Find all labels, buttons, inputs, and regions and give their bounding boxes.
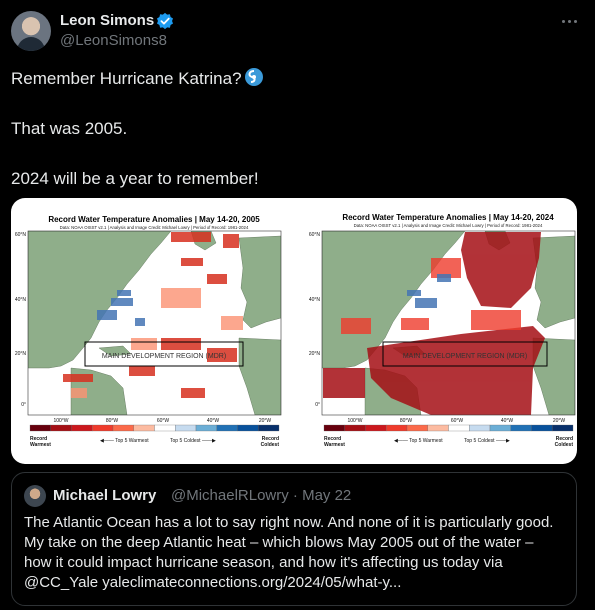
lat-tick-label: 0° <box>21 402 26 408</box>
lon-tick-label: 100°W <box>347 418 362 424</box>
lon-tick-label: 80°W <box>106 418 119 424</box>
lon-tick-label: 100°W <box>53 418 68 424</box>
lat-tick-label: 60°N <box>309 232 321 238</box>
quoted-tweet-text: The Atlantic Ocean has a lot to say righ… <box>24 514 554 591</box>
legend-swatch <box>237 424 259 432</box>
lat-tick-label: 20°N <box>15 351 27 357</box>
legend-swatch <box>323 424 345 432</box>
legend-swatch <box>154 424 176 432</box>
legend-top5-warmest: ◀—— Top 5 Warmest <box>394 438 443 444</box>
legend-swatch <box>406 424 428 432</box>
map-title-2005: Record Water Temperature Anomalies | May… <box>48 215 260 224</box>
mdr-label-2024: MAIN DEVELOPMENT REGION (MDR) <box>403 353 527 360</box>
legend-swatch <box>29 424 51 432</box>
legend-swatch <box>92 424 114 432</box>
legend-record-coldest-line2: Coldest <box>555 442 574 448</box>
legend-swatch <box>258 424 280 432</box>
tweet-media[interactable]: Record Water Temperature Anomalies | May… <box>11 198 577 464</box>
map-subtitle-2024: Data: NOAA OISST v2.1 | Analysis and Ima… <box>354 223 543 228</box>
map-panel-2024: Record Water Temperature Anomalies | May… <box>321 213 576 416</box>
legend-swatch <box>195 424 217 432</box>
legend-swatch <box>531 424 553 432</box>
legend-swatch <box>71 424 93 432</box>
author-name[interactable]: Leon Simons <box>60 12 154 29</box>
lat-tick-label: 40°N <box>15 297 27 303</box>
legend-top5-coldest: Top 5 Coldest ——▶ <box>464 438 510 444</box>
quoted-author-avatar[interactable] <box>24 485 46 507</box>
legend-record-warmest-line2: Warmest <box>30 442 51 448</box>
quoted-author-name[interactable]: Michael Lowry <box>53 487 156 504</box>
lon-tick-label: 20°W <box>259 418 272 424</box>
legend-swatch <box>175 424 197 432</box>
lat-tick-label: 20°N <box>309 351 321 357</box>
verified-badge-icon <box>156 12 174 30</box>
lat-tick-label: 0° <box>315 402 320 408</box>
legend-swatch <box>344 424 366 432</box>
legend-swatch <box>489 424 511 432</box>
legend-swatch <box>133 424 155 432</box>
tweet-line-1: Remember Hurricane Katrina? <box>11 69 242 88</box>
cyclone-emoji-icon <box>244 68 263 86</box>
tweet-text: Remember Hurricane Katrina? That was 200… <box>11 66 581 191</box>
author-handle[interactable]: @LeonSimons8 <box>60 32 167 49</box>
legend-swatch <box>386 424 408 432</box>
sst-anomaly-maps: Record Water Temperature Anomalies | May… <box>15 213 576 448</box>
map-panel-2005: Record Water Temperature Anomalies | May… <box>27 215 282 416</box>
legend-top5-coldest: Top 5 Coldest ——▶ <box>170 438 216 444</box>
mdr-label-2005: MAIN DEVELOPMENT REGION (MDR) <box>102 353 226 360</box>
legend-record-warmest-line2: Warmest <box>324 442 345 448</box>
legend-top5-warmest: ◀—— Top 5 Warmest <box>100 438 149 444</box>
legend-swatch <box>448 424 470 432</box>
quoted-author-handle[interactable]: @MichaelRLowry · May 22 <box>171 487 351 504</box>
lon-tick-label: 80°W <box>400 418 413 424</box>
lon-tick-label: 40°W <box>207 418 220 424</box>
map-legends: RecordWarmest◀—— Top 5 Warmest Top 5 Cold… <box>29 424 574 448</box>
lat-tick-label: 40°N <box>309 297 321 303</box>
lon-tick-label: 60°W <box>451 418 464 424</box>
legend-swatch <box>365 424 387 432</box>
tweet-line-3: 2024 will be a year to remember! <box>11 169 259 188</box>
map-title-2024: Record Water Temperature Anomalies | May… <box>342 213 554 222</box>
lon-tick-label: 20°W <box>553 418 566 424</box>
legend-record-coldest-line2: Coldest <box>261 442 280 448</box>
legend-swatch <box>469 424 491 432</box>
legend-swatch <box>112 424 134 432</box>
quoted-tweet[interactable]: Michael Lowry @MichaelRLowry · May 22 Th… <box>11 472 577 606</box>
map-subtitle-2005: Data: NOAA OISST v2.1 | Analysis and Ima… <box>60 225 249 230</box>
author-avatar[interactable] <box>11 11 51 51</box>
tweet-line-2: That was 2005. <box>11 119 128 138</box>
legend-swatch <box>427 424 449 432</box>
legend-swatch <box>510 424 532 432</box>
legend-swatch <box>216 424 238 432</box>
lon-tick-label: 60°W <box>157 418 170 424</box>
legend-swatch <box>552 424 574 432</box>
lon-tick-label: 40°W <box>501 418 514 424</box>
legend-swatch <box>50 424 72 432</box>
more-options-icon[interactable] <box>559 14 579 28</box>
lat-tick-label: 60°N <box>15 232 27 238</box>
